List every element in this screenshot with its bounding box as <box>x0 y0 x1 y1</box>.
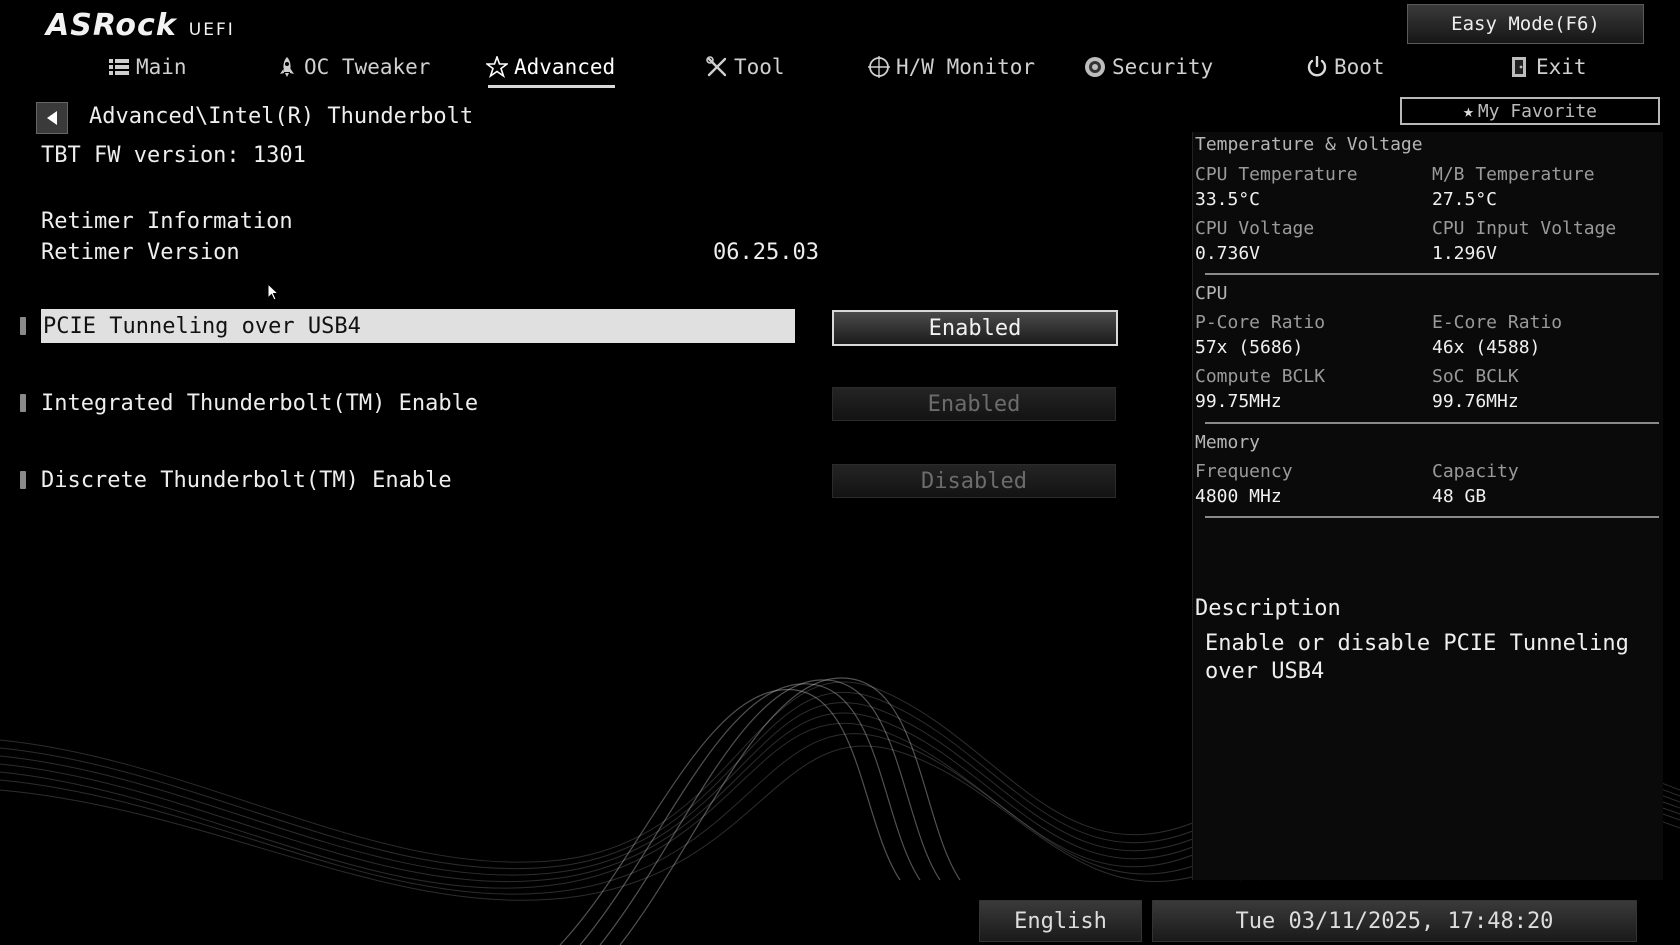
pcore-ratio-value: 57x (5686) <box>1195 337 1304 358</box>
tab-label: Boot <box>1334 55 1385 79</box>
discrete-thunderbolt-value[interactable]: Disabled <box>832 464 1116 498</box>
tab-label: H/W Monitor <box>896 55 1036 79</box>
retimer-version-label: Retimer Version <box>41 240 240 265</box>
retimer-version-value: 06.25.03 <box>713 240 819 265</box>
tab-hw-monitor[interactable]: H/W Monitor <box>868 50 1035 84</box>
star-icon: ★ <box>1462 100 1474 122</box>
ecore-ratio-value: 46x (4588) <box>1432 337 1541 358</box>
compute-bclk-value: 99.75MHz <box>1195 391 1282 412</box>
list-icon <box>109 59 129 75</box>
setting-discrete-thunderbolt[interactable]: Discrete Thunderbolt(TM) Enable <box>41 463 452 497</box>
easy-mode-button[interactable]: Easy Mode(F6) <box>1407 4 1644 44</box>
tab-oc-tweaker[interactable]: OC Tweaker <box>276 50 430 84</box>
cpu-voltage-value: 0.736V <box>1195 243 1261 264</box>
cpu-voltage-label: CPU Voltage <box>1195 218 1315 239</box>
tab-security[interactable]: Security <box>1084 50 1213 84</box>
cpu-title: CPU <box>1195 283 1228 304</box>
description-text: Enable or disable PCIE Tunneling over US… <box>1205 631 1629 684</box>
memory-frequency-label: Frequency <box>1195 461 1293 482</box>
tbt-fw-version: TBT FW version: 1301 <box>41 143 306 168</box>
star-icon <box>486 56 508 78</box>
exit-door-icon <box>1512 57 1526 77</box>
tab-label: Advanced <box>514 55 616 79</box>
tab-advanced[interactable]: Advanced <box>486 50 616 88</box>
soc-bclk-label: SoC BCLK <box>1432 366 1519 387</box>
asrock-logo: ASRock UEFI <box>46 8 235 43</box>
memory-capacity-label: Capacity <box>1432 461 1519 482</box>
memory-frequency-value: 4800 MHz <box>1195 486 1282 507</box>
memory-capacity-value: 48 GB <box>1432 486 1487 507</box>
pcie-tunneling-value[interactable]: Enabled <box>832 310 1118 346</box>
breadcrumb: Advanced\Intel(R) Thunderbolt <box>89 104 474 129</box>
cpu-input-voltage-value: 1.296V <box>1432 243 1498 264</box>
date-time-display: Tue 03/11/2025, 17:48:20 <box>1152 900 1637 942</box>
row-marker <box>20 394 26 412</box>
soc-bclk-value: 99.76MHz <box>1432 391 1519 412</box>
back-button[interactable] <box>36 102 68 134</box>
back-arrow-icon <box>47 111 57 125</box>
mb-temp-label: M/B Temperature <box>1432 164 1595 185</box>
tab-boot[interactable]: Boot <box>1306 50 1385 84</box>
pcore-ratio-label: P-Core Ratio <box>1195 312 1326 333</box>
tab-label: Main <box>136 55 187 79</box>
tab-label: Tool <box>734 55 785 79</box>
integrated-thunderbolt-value[interactable]: Enabled <box>832 387 1116 421</box>
my-favorite-label: My Favorite <box>1477 100 1598 122</box>
tab-main[interactable]: Main <box>108 50 187 84</box>
main-nav: Main OC Tweaker Advanced Tool H/W Monito… <box>0 50 1680 88</box>
row-marker <box>20 471 26 489</box>
divider <box>1205 516 1659 518</box>
my-favorite-button[interactable]: ★ My Favorite <box>1400 97 1660 125</box>
retimer-info-heading: Retimer Information <box>41 209 293 234</box>
tab-label: Security <box>1112 55 1214 79</box>
mb-temp-value: 27.5°C <box>1432 189 1498 210</box>
cpu-temp-label: CPU Temperature <box>1195 164 1358 185</box>
ecore-ratio-label: E-Core Ratio <box>1432 312 1563 333</box>
shield-icon <box>1085 57 1105 77</box>
tab-label: Exit <box>1536 55 1587 79</box>
power-icon <box>1307 56 1327 77</box>
tab-exit[interactable]: Exit <box>1508 50 1587 84</box>
memory-title: Memory <box>1195 432 1261 453</box>
tab-tool[interactable]: Tool <box>706 50 785 84</box>
language-button[interactable]: English <box>979 900 1142 942</box>
monitor-icon <box>868 56 890 78</box>
setting-pcie-tunneling[interactable]: PCIE Tunneling over USB4 <box>41 309 795 343</box>
uefi-text: UEFI <box>188 20 235 40</box>
divider <box>1205 273 1659 275</box>
compute-bclk-label: Compute BCLK <box>1195 366 1326 387</box>
cpu-input-voltage-label: CPU Input Voltage <box>1432 218 1617 239</box>
tools-icon <box>706 56 727 77</box>
mouse-cursor-icon <box>267 283 279 301</box>
brand-text: ASRock <box>46 8 177 43</box>
setting-integrated-thunderbolt[interactable]: Integrated Thunderbolt(TM) Enable <box>41 386 478 420</box>
divider <box>1205 422 1659 424</box>
temp-voltage-title: Temperature & Voltage <box>1195 134 1423 155</box>
row-marker <box>20 317 26 335</box>
cpu-temp-value: 33.5°C <box>1195 189 1261 210</box>
rocket-icon <box>280 57 294 77</box>
description-title: Description <box>1195 596 1341 621</box>
tab-label: OC Tweaker <box>304 55 431 79</box>
